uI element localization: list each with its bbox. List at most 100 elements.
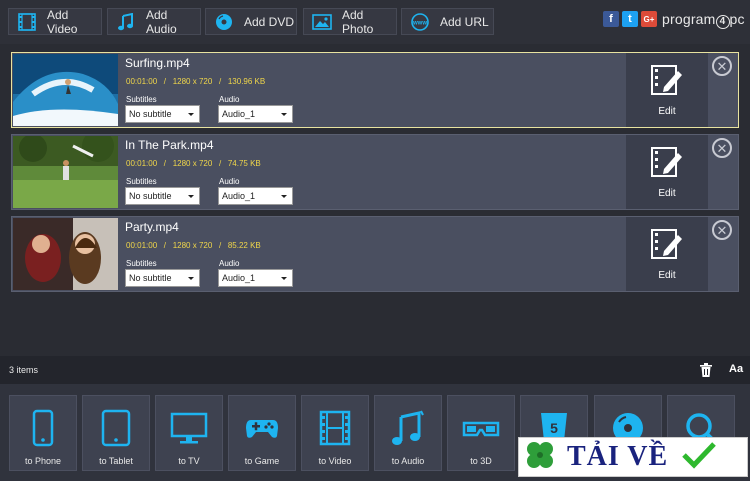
audio-select[interactable]: Audio_1	[218, 105, 293, 123]
convert-label: to TV	[178, 456, 200, 466]
edit-label: Edit	[658, 106, 676, 117]
watermark-text: TẢI VỀ	[567, 441, 669, 472]
convert-to-video-button[interactable]: to Video	[301, 395, 369, 471]
add-photo-label: Add Photo	[342, 7, 374, 36]
subtitles-label: Subtitles	[126, 259, 157, 268]
edit-button[interactable]: Edit	[626, 135, 708, 209]
subtitles-label: Subtitles	[126, 177, 157, 186]
convert-to-3d-button[interactable]: to 3D	[447, 395, 515, 471]
edit-label: Edit	[658, 270, 676, 281]
convert-label: to Video	[318, 456, 352, 466]
item-count: 3 items	[9, 365, 39, 375]
close-icon: ✕	[716, 58, 728, 74]
convert-to-tv-button[interactable]: to TV	[155, 395, 223, 471]
audio-value: Audio_1	[222, 273, 256, 283]
audio-label: Audio	[219, 177, 240, 186]
file-name: In The Park.mp4	[125, 138, 214, 152]
brand-mark: 4	[715, 15, 730, 29]
convert-to-tablet-button[interactable]: to Tablet	[82, 395, 150, 471]
add-url-label: Add URL	[440, 14, 489, 29]
www-icon: www	[410, 12, 430, 31]
status-bar: 3 items Aa	[0, 356, 750, 384]
remove-file-button[interactable]: ✕	[712, 138, 732, 158]
subtitle-select[interactable]: No subtitle	[125, 105, 200, 123]
svg-text:5: 5	[550, 420, 558, 436]
add-photo-button[interactable]: Add Photo	[303, 7, 397, 36]
file-meta: 00:01:00 / 1280 x 720 / 130.96 KB	[126, 77, 266, 86]
subtitle-select[interactable]: No subtitle	[125, 187, 200, 205]
edit-icon	[650, 63, 684, 102]
svg-text:www: www	[412, 20, 427, 26]
edit-icon	[650, 227, 684, 266]
convert-label: to Phone	[24, 456, 62, 466]
add-video-label: Add Video	[47, 7, 78, 36]
gamepad-icon	[245, 408, 279, 448]
subtitle-value: No subtitle	[129, 273, 172, 283]
remove-file-button[interactable]: ✕	[712, 56, 732, 76]
font-size-button[interactable]: Aa	[729, 363, 743, 375]
close-icon: ✕	[716, 140, 728, 156]
convert-to-game-button[interactable]: to Game	[228, 395, 296, 471]
audio-select[interactable]: Audio_1	[218, 269, 293, 287]
chevron-down-icon	[188, 113, 194, 116]
subtitle-value: No subtitle	[129, 191, 172, 201]
chevron-down-icon	[281, 113, 287, 116]
add-video-button[interactable]: Add Video	[8, 7, 102, 36]
edit-label: Edit	[658, 188, 676, 199]
subtitle-select[interactable]: No subtitle	[125, 269, 200, 287]
add-dvd-label: Add DVD	[244, 14, 295, 29]
audio-value: Audio_1	[222, 191, 256, 201]
tablet-icon	[101, 408, 131, 448]
add-audio-button[interactable]: Add Audio	[107, 7, 201, 36]
checkmark-icon	[682, 441, 716, 474]
add-audio-label: Add Audio	[146, 7, 177, 36]
film-icon	[17, 12, 37, 31]
subtitles-label: Subtitles	[126, 95, 157, 104]
chevron-down-icon	[281, 195, 287, 198]
convert-to-phone-button[interactable]: to Phone	[9, 395, 77, 471]
audio-label: Audio	[219, 95, 240, 104]
phone-icon	[32, 408, 54, 448]
edit-icon	[650, 145, 684, 184]
file-meta: 00:01:00 / 1280 x 720 / 85.22 KB	[126, 241, 261, 250]
close-icon: ✕	[716, 222, 728, 238]
file-meta: 00:01:00 / 1280 x 720 / 74.75 KB	[126, 159, 261, 168]
audio-label: Audio	[219, 259, 240, 268]
video-thumbnail	[13, 136, 118, 208]
add-dvd-button[interactable]: Add DVD	[205, 8, 297, 35]
trash-icon[interactable]	[700, 363, 712, 382]
add-url-button[interactable]: www Add URL	[401, 8, 494, 35]
file-row[interactable]: Surfing.mp4 00:01:00 / 1280 x 720 / 130.…	[11, 52, 739, 128]
brand-prefix: program	[662, 11, 716, 27]
watermark: TẢI VỀ	[518, 437, 748, 477]
file-name: Surfing.mp4	[125, 56, 190, 70]
music-note-icon	[116, 12, 136, 31]
audio-value: Audio_1	[222, 109, 256, 119]
dvd-icon	[214, 13, 234, 31]
music-notes-icon	[391, 408, 425, 448]
brand-logo: program 4 pc	[662, 11, 745, 29]
film-icon	[318, 408, 352, 448]
video-thumbnail	[13, 218, 118, 290]
convert-label: to Tablet	[99, 456, 133, 466]
photo-icon	[312, 13, 332, 31]
file-name: Party.mp4	[125, 220, 179, 234]
subtitle-value: No subtitle	[129, 109, 172, 119]
audio-select[interactable]: Audio_1	[218, 187, 293, 205]
convert-to-audio-button[interactable]: to Audio	[374, 395, 442, 471]
file-row[interactable]: In The Park.mp4 00:01:00 / 1280 x 720 / …	[11, 134, 739, 210]
clover-icon	[523, 438, 557, 477]
remove-file-button[interactable]: ✕	[712, 220, 732, 240]
tv-icon	[170, 408, 208, 448]
edit-button[interactable]: Edit	[626, 53, 708, 127]
google-plus-icon[interactable]: G+	[641, 11, 657, 27]
chevron-down-icon	[188, 277, 194, 280]
file-row[interactable]: Party.mp4 00:01:00 / 1280 x 720 / 85.22 …	[11, 216, 739, 292]
twitter-icon[interactable]: t	[622, 11, 638, 27]
convert-label: to Audio	[391, 456, 425, 466]
top-toolbar: Add Video Add Audio Add DVD Add Photo ww…	[0, 0, 750, 44]
edit-button[interactable]: Edit	[626, 217, 708, 291]
chevron-down-icon	[188, 195, 194, 198]
facebook-icon[interactable]: f	[603, 11, 619, 27]
convert-label: to Game	[244, 456, 280, 466]
